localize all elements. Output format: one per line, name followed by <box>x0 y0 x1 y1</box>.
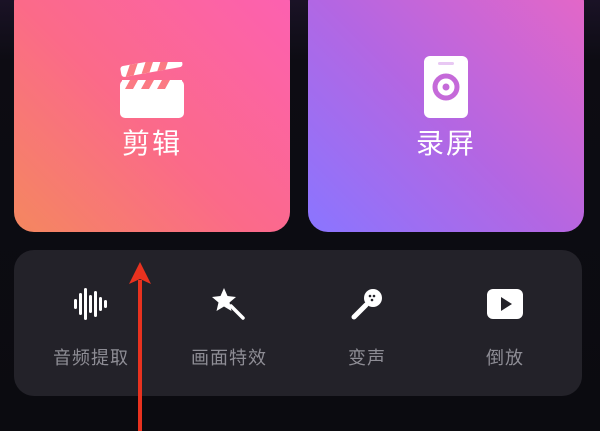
edit-tile-label: 剪辑 <box>121 127 182 160</box>
screen-record-tile-label: 录屏 <box>415 127 476 160</box>
home-screen: 剪辑 录屏 音频提取 画面特效 变声 倒放 <box>0 0 600 431</box>
magic-wand-icon <box>209 286 249 322</box>
clapperboard-icon <box>120 56 184 122</box>
screen-record-tile[interactable]: 录屏 <box>308 0 584 232</box>
tools-panel: 音频提取 画面特效 变声 倒放 <box>14 250 582 396</box>
audio-waveform-icon <box>71 286 111 322</box>
tool-label: 倒放 <box>486 348 524 369</box>
tool-label: 变声 <box>348 348 386 369</box>
screen-record-icon <box>424 56 468 122</box>
microphone-icon <box>347 286 387 322</box>
tool-label: 音频提取 <box>53 348 129 369</box>
tool-reverse[interactable]: 倒放 <box>440 250 570 396</box>
edit-tile[interactable]: 剪辑 <box>14 0 290 232</box>
tool-label: 画面特效 <box>191 348 267 369</box>
tool-audio-extract[interactable]: 音频提取 <box>26 250 156 396</box>
play-reverse-icon <box>485 286 525 322</box>
tool-voice-changer[interactable]: 变声 <box>302 250 432 396</box>
tool-visual-effects[interactable]: 画面特效 <box>164 250 294 396</box>
